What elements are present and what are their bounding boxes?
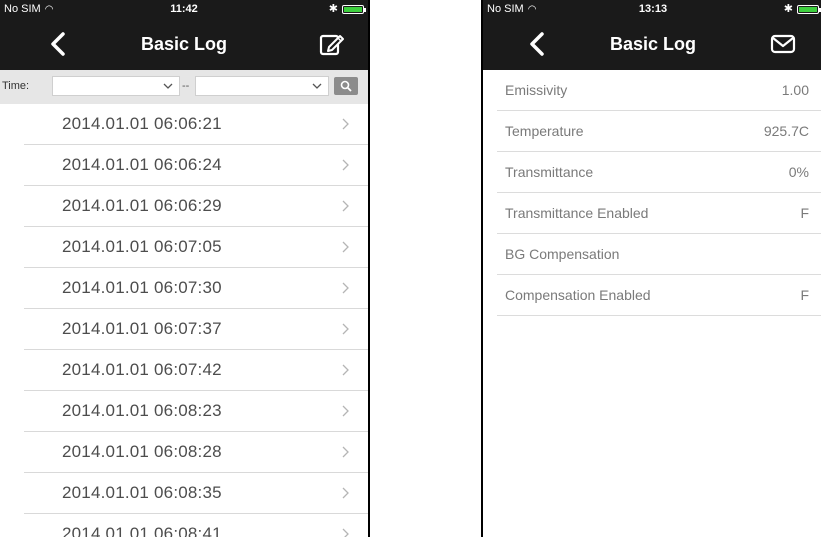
- log-list: 2014.01.01 06:06:21 2014.01.01 06:06:24 20…: [0, 104, 368, 537]
- detail-row: Temperature 925.7C: [497, 111, 821, 152]
- mail-icon[interactable]: [769, 30, 797, 58]
- status-bar: No SIM ◠ 13:13 ✱: [483, 0, 821, 18]
- search-button[interactable]: [334, 77, 358, 95]
- time-filter-bar: Time: --: [0, 70, 368, 104]
- time-from-select[interactable]: [52, 76, 180, 96]
- battery-icon: [797, 4, 821, 14]
- chevron-down-icon: [163, 83, 173, 89]
- log-list-item[interactable]: 2014.01.01 06:08:23: [24, 391, 368, 432]
- detail-label: Transmittance Enabled: [505, 205, 649, 221]
- log-timestamp: 2014.01.01 06:08:28: [62, 442, 222, 461]
- detail-value: 925.7C: [763, 123, 809, 139]
- time-to-select[interactable]: [195, 76, 329, 96]
- chevron-right-icon: [342, 528, 349, 537]
- log-timestamp: 2014.01.01 06:07:05: [62, 237, 222, 256]
- detail-label: Transmittance: [505, 164, 594, 180]
- status-right: ✱: [783, 0, 821, 18]
- detail-value: 0%: [788, 164, 809, 180]
- log-list-item[interactable]: 2014.01.01 06:07:30: [24, 268, 368, 309]
- bluetooth-icon: ✱: [783, 3, 793, 15]
- log-list-item[interactable]: 2014.01.01 06:06:24: [24, 145, 368, 186]
- detail-label: Emissivity: [505, 82, 568, 98]
- chevron-down-icon: [312, 83, 322, 89]
- chevron-right-icon: [342, 159, 349, 171]
- status-bar: No SIM ◠ 11:42 ✱: [0, 0, 368, 18]
- log-timestamp: 2014.01.01 06:07:30: [62, 278, 222, 297]
- detail-value: 1.00: [781, 82, 809, 98]
- log-timestamp: 2014.01.01 06:08:41: [62, 524, 222, 537]
- detail-row: Transmittance 0%: [497, 152, 821, 193]
- detail-label: BG Compensation: [505, 246, 620, 262]
- log-timestamp: 2014.01.01 06:07:37: [62, 319, 222, 338]
- time-range-separator: --: [182, 80, 190, 92]
- log-list-item[interactable]: 2014.01.01 06:06:29: [24, 186, 368, 227]
- chevron-right-icon: [342, 487, 349, 499]
- chevron-right-icon: [342, 364, 349, 376]
- bluetooth-icon: ✱: [328, 3, 338, 15]
- log-list-item[interactable]: 2014.01.01 06:07:37: [24, 309, 368, 350]
- log-list-item[interactable]: 2014.01.01 06:08:35: [24, 473, 368, 514]
- detail-label: Temperature: [505, 123, 584, 139]
- detail-label: Compensation Enabled: [505, 287, 651, 303]
- log-list-item[interactable]: 2014.01.01 06:08:28: [24, 432, 368, 473]
- detail-value: F: [800, 205, 809, 221]
- chevron-right-icon: [342, 323, 349, 335]
- log-detail-screen: No SIM ◠ 13:13 ✱ Basic Log Emissivity 1.00…: [481, 0, 821, 537]
- chevron-right-icon: [342, 118, 349, 130]
- log-timestamp: 2014.01.01 06:06:29: [62, 196, 222, 215]
- time-filter-label: Time:: [2, 80, 30, 92]
- page-title: Basic Log: [140, 34, 228, 54]
- status-time: 13:13: [638, 3, 668, 15]
- log-list-screen: No SIM ◠ 11:42 ✱ Basic Log Time: -- 2014…: [0, 0, 370, 537]
- nav-bar: Basic Log: [483, 18, 821, 70]
- detail-row: BG Compensation: [497, 234, 821, 275]
- log-detail-list: Emissivity 1.00 Temperature 925.7C Transmitt…: [483, 70, 821, 316]
- edit-icon[interactable]: [318, 30, 346, 58]
- log-list-item[interactable]: 2014.01.01 06:06:21: [24, 104, 368, 145]
- detail-row: Compensation Enabled F: [497, 275, 821, 316]
- search-icon: [340, 80, 352, 92]
- battery-icon: [342, 4, 366, 14]
- log-timestamp: 2014.01.01 06:07:42: [62, 360, 222, 379]
- detail-row: Transmittance Enabled F: [497, 193, 821, 234]
- chevron-right-icon: [342, 241, 349, 253]
- chevron-right-icon: [342, 446, 349, 458]
- log-list-item[interactable]: 2014.01.01 06:08:41: [24, 514, 368, 537]
- nav-bar: Basic Log: [0, 18, 368, 70]
- log-list-item[interactable]: 2014.01.01 06:07:42: [24, 350, 368, 391]
- detail-value: F: [800, 287, 809, 303]
- detail-row: Emissivity 1.00: [497, 70, 821, 111]
- chevron-right-icon: [342, 282, 349, 294]
- log-list-item[interactable]: 2014.01.01 06:07:05: [24, 227, 368, 268]
- log-timestamp: 2014.01.01 06:06:24: [62, 155, 222, 174]
- status-time: 11:42: [170, 3, 198, 15]
- log-timestamp: 2014.01.01 06:08:35: [62, 483, 222, 502]
- log-timestamp: 2014.01.01 06:08:23: [62, 401, 222, 420]
- log-timestamp: 2014.01.01 06:06:21: [62, 114, 222, 133]
- status-right: ✱: [328, 0, 366, 18]
- chevron-right-icon: [342, 200, 349, 212]
- chevron-right-icon: [342, 405, 349, 417]
